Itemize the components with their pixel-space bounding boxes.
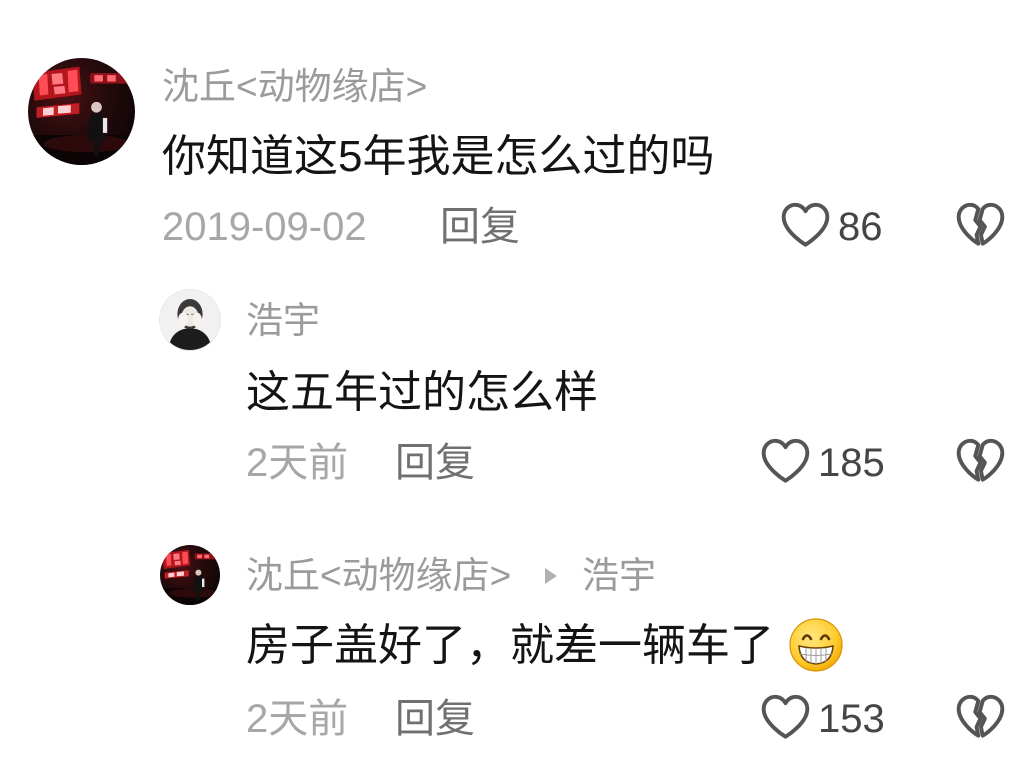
like-button[interactable]: 153 — [759, 692, 885, 742]
stage-photo-image — [160, 545, 220, 605]
like-count: 153 — [818, 697, 885, 741]
broken-heart-icon[interactable] — [954, 200, 1007, 248]
heart-outline-icon[interactable] — [759, 436, 812, 484]
reply-text: 房子盖好了，就差一辆车了 — [246, 621, 774, 670]
broken-heart-icon[interactable] — [954, 436, 1007, 484]
reply-timestamp: 2天前 — [246, 441, 349, 485]
comment-text: 你知道这5年我是怎么过的吗 — [162, 132, 715, 181]
user-avatar[interactable] — [28, 58, 135, 165]
user-avatar[interactable] — [160, 290, 220, 350]
stage-photo-image — [28, 58, 135, 165]
like-count: 185 — [818, 441, 885, 485]
reply-timestamp: 2天前 — [246, 697, 349, 741]
reply-button[interactable]: 回复 — [395, 695, 475, 743]
comment-timestamp: 2019-09-02 — [162, 205, 367, 249]
heart-outline-icon[interactable] — [779, 200, 832, 248]
triangle-right-icon — [545, 568, 557, 584]
user-avatar[interactable] — [160, 545, 220, 605]
reply-username[interactable]: 沈丘<动物缘店> — [246, 554, 511, 598]
reply-text: 这五年过的怎么样 — [246, 368, 598, 417]
reply-button[interactable]: 回复 — [395, 439, 475, 487]
grinning-face-icon — [789, 618, 843, 672]
like-button[interactable]: 86 — [779, 200, 891, 250]
broken-heart-icon[interactable] — [954, 692, 1007, 740]
person-photo-image — [160, 290, 220, 350]
comment-username[interactable]: 沈丘<动物缘店> — [162, 65, 427, 109]
like-count: 86 — [838, 205, 883, 249]
reply-username[interactable]: 浩宇 — [246, 299, 320, 343]
reply-to-username[interactable]: 浩宇 — [582, 554, 656, 598]
dislike-button[interactable] — [954, 200, 1007, 248]
dislike-button[interactable] — [954, 692, 1007, 740]
like-button[interactable]: 185 — [759, 436, 885, 486]
heart-outline-icon[interactable] — [759, 692, 812, 740]
dislike-button[interactable] — [954, 436, 1007, 484]
reply-button[interactable]: 回复 — [440, 203, 520, 251]
